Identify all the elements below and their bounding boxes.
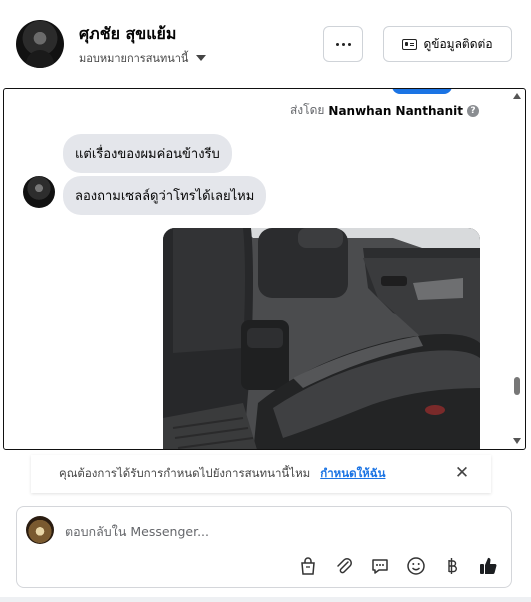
help-icon[interactable]: ? xyxy=(467,104,479,117)
caret-down-icon xyxy=(196,55,207,61)
reply-input[interactable] xyxy=(65,521,485,541)
sender-avatar xyxy=(23,176,55,208)
thumbs-up-icon[interactable] xyxy=(477,555,499,577)
contact-avatar[interactable] xyxy=(16,20,64,68)
ellipsis-icon xyxy=(335,42,339,46)
shopping-bag-icon[interactable] xyxy=(297,555,319,577)
close-icon[interactable]: ✕ xyxy=(453,464,471,482)
assign-reminder-bar: คุณต้องการได้รับการกำหนดไปยังการสนทนานี้… xyxy=(31,455,491,493)
car-seat-photo[interactable] xyxy=(163,228,480,449)
assign-label: มอบหมายการสนทนานี้ xyxy=(79,52,189,65)
assign-to-me-link[interactable]: กำหนดให้ฉัน xyxy=(320,465,385,483)
outgoing-bubble-edge xyxy=(392,89,452,94)
sent-by-prefix: ส่งโดย xyxy=(289,103,325,117)
emoji-icon[interactable] xyxy=(405,555,427,577)
thread-scrollbar[interactable] xyxy=(511,89,523,448)
message-bubble[interactable]: แต่เรื่องของผมค่อนข้างรีบ xyxy=(63,134,232,173)
contact-name[interactable]: ศุภชัย สุขแย้ม xyxy=(79,22,176,47)
paperclip-icon[interactable] xyxy=(333,555,355,577)
scroll-thumb[interactable] xyxy=(514,377,520,395)
scroll-up-icon[interactable] xyxy=(513,93,521,99)
view-contact-info-button[interactable]: ดูข้อมูลติดต่อ xyxy=(383,26,512,62)
assign-question: คุณต้องการได้รับการกำหนดไปยังการสนทนานี้… xyxy=(59,466,311,480)
contact-card-icon xyxy=(402,38,418,50)
bottom-divider xyxy=(0,597,531,602)
sent-by-name: Nanwhan Nanthanit xyxy=(328,103,463,118)
more-options-button[interactable] xyxy=(323,26,363,62)
page-avatar xyxy=(26,516,54,544)
conversation-header: ศุภชัย สุขแย้ม มอบหมายการสนทนานี้ ดูข้อม… xyxy=(0,0,531,88)
message-thread[interactable]: ส่งโดย Nanwhan Nanthanit ? แต่เรื่องของผ… xyxy=(3,88,526,450)
contact-info-label: ดูข้อมูลติดต่อ xyxy=(423,36,493,51)
chat-bubble-icon[interactable] xyxy=(369,555,391,577)
composer-toolbar xyxy=(297,555,499,577)
assign-dropdown[interactable]: มอบหมายการสนทนานี้ xyxy=(79,49,207,67)
car-interior-image xyxy=(163,228,480,449)
sent-by-label: ส่งโดย Nanwhan Nanthanit ? xyxy=(290,101,479,120)
baht-icon[interactable] xyxy=(441,555,463,577)
scroll-down-icon[interactable] xyxy=(513,438,521,444)
reply-composer xyxy=(16,506,512,588)
message-bubble[interactable]: ลองถามเซลล์ดูว่าโทรได้เลยไหม xyxy=(63,176,267,215)
